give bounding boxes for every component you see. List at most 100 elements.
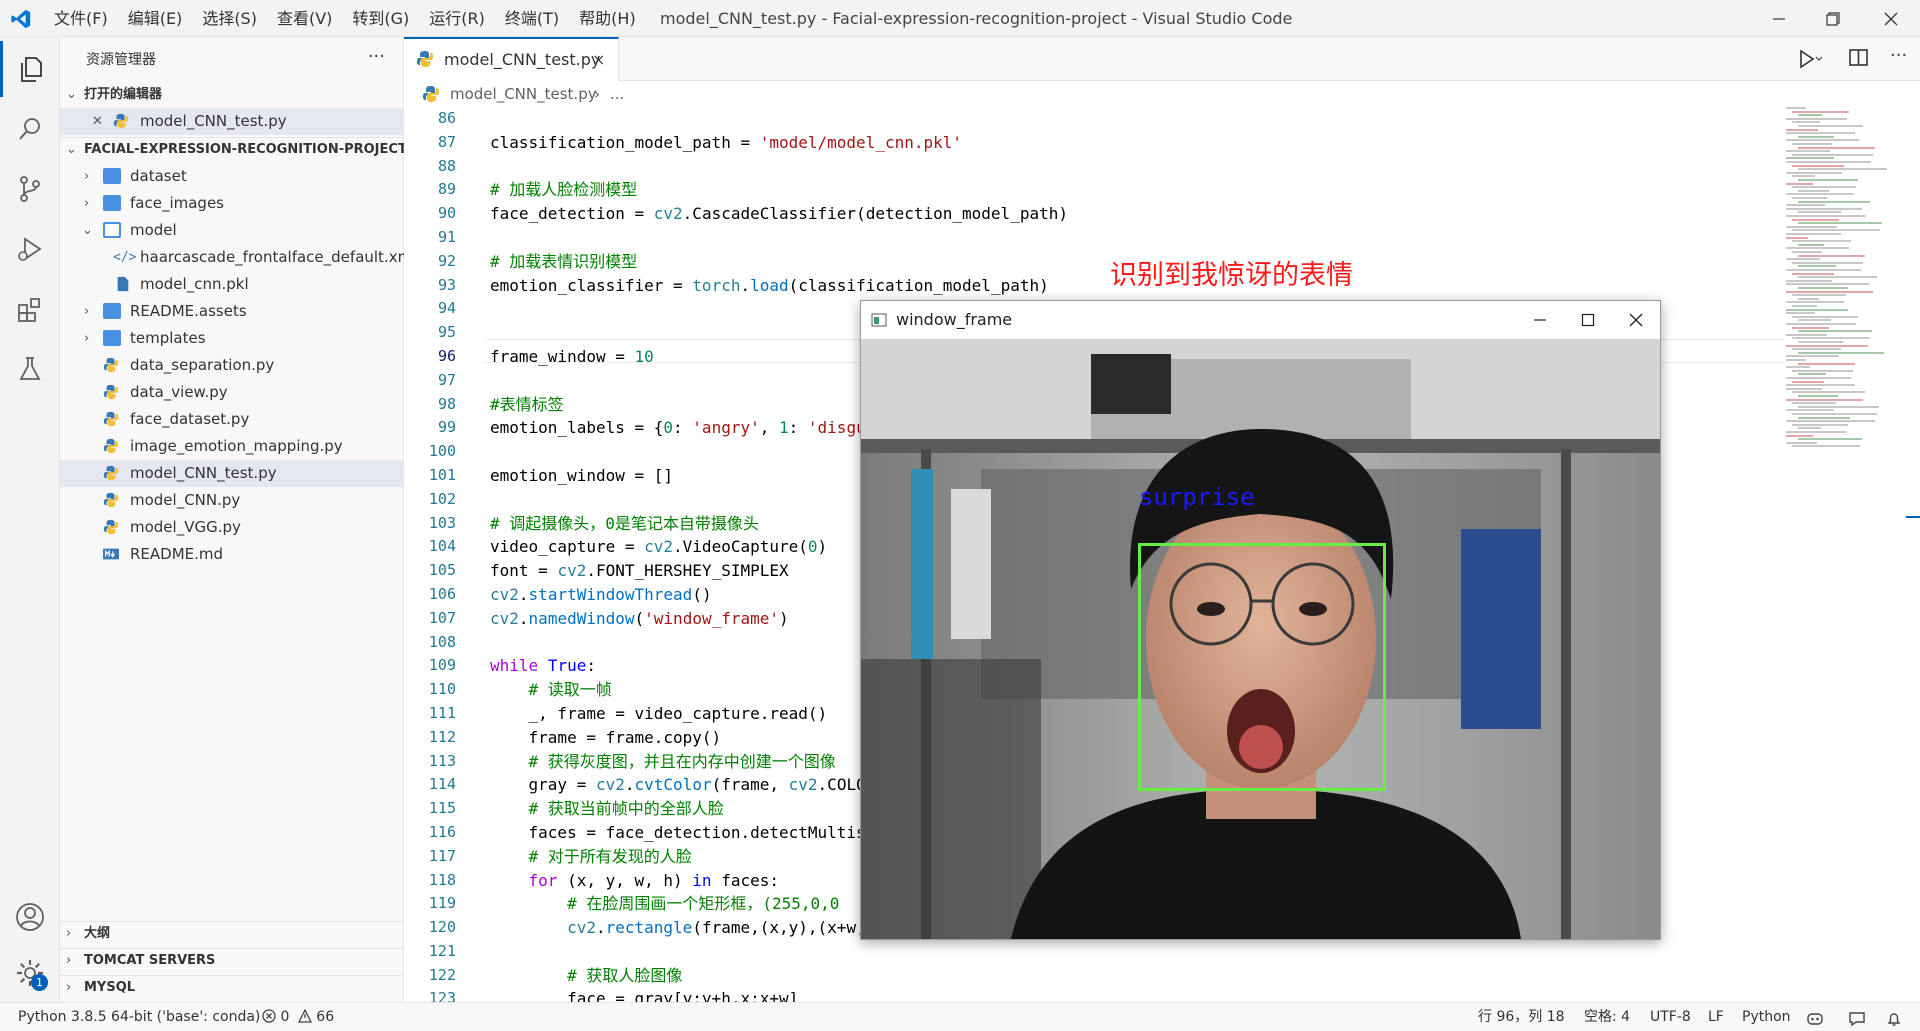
source-control-button[interactable] xyxy=(0,161,60,217)
vscode-logo-icon xyxy=(11,9,31,29)
line-number: 110 xyxy=(428,680,456,699)
tree-folder-templates[interactable]: › templates xyxy=(60,325,404,352)
mysql-section[interactable]: › MYSQL xyxy=(60,975,404,999)
tree-file-data-separation[interactable]: data_separation.py xyxy=(60,352,404,379)
more-tab-actions-button[interactable]: ··· xyxy=(1890,41,1914,75)
tree-folder-face-images[interactable]: › face_images xyxy=(60,190,404,217)
restore-button[interactable] xyxy=(1806,0,1860,37)
minimap-line xyxy=(1792,315,1858,318)
minimap-line xyxy=(1798,168,1887,171)
tree-label: data_separation.py xyxy=(130,356,275,374)
tree-file-model-vgg[interactable]: model_VGG.py xyxy=(60,514,404,541)
minimap-line xyxy=(1792,240,1851,243)
menu-help[interactable]: 帮助(H) xyxy=(569,0,646,37)
error-count: 0 xyxy=(280,1009,290,1025)
extensions-button[interactable] xyxy=(0,281,60,337)
tomcat-servers-section[interactable]: › TOMCAT SERVERS xyxy=(60,948,404,972)
close-icon xyxy=(1629,313,1643,327)
language-mode[interactable]: Python xyxy=(1742,1003,1791,1031)
minimap-line xyxy=(1786,355,1839,358)
notifications-bell-icon[interactable] xyxy=(1886,1009,1902,1027)
tree-folder-readme-assets[interactable]: › README.assets xyxy=(60,298,404,325)
minimap-line xyxy=(1792,261,1863,264)
camera-maximize-button[interactable] xyxy=(1564,301,1612,339)
minimap-line xyxy=(1798,351,1884,354)
menu-edit[interactable]: 编辑(E) xyxy=(118,0,193,37)
feedback-icon[interactable] xyxy=(1848,1009,1866,1027)
search-button[interactable] xyxy=(0,101,60,157)
menu-go[interactable]: 转到(G) xyxy=(342,0,419,37)
minimap-line xyxy=(1792,251,1822,253)
open-editor-item[interactable]: ✕ model_CNN_test.py xyxy=(60,108,404,135)
run-python-file-button[interactable] xyxy=(1796,47,1823,71)
project-section[interactable]: ⌄ FACIAL-EXPRESSION-RECOGNITION-PROJECT xyxy=(60,137,407,161)
minimap-line xyxy=(1786,236,1808,239)
tab-model-cnn-test[interactable]: model_CNN_test.py × xyxy=(404,37,619,81)
warning-count: 66 xyxy=(316,1009,335,1025)
python-interpreter[interactable]: Python 3.8.5 64-bit ('base': conda) xyxy=(18,1003,260,1031)
minimap-line xyxy=(1798,395,1838,397)
error-icon xyxy=(262,1009,276,1023)
run-debug-button[interactable] xyxy=(0,221,60,277)
tree-label: face_images xyxy=(130,194,224,212)
menu-file[interactable]: 文件(F) xyxy=(44,0,118,37)
emotion-label: surprise xyxy=(1139,483,1255,511)
minimap-line xyxy=(1786,247,1849,250)
camera-window-titlebar[interactable]: window_frame xyxy=(861,301,1660,339)
minimap[interactable] xyxy=(1786,107,1906,457)
breadcrumb: model_CNN_test.py › ... xyxy=(404,81,1920,107)
menu-selection[interactable]: 选择(S) xyxy=(192,0,267,37)
minimap-line xyxy=(1792,423,1848,426)
menu-terminal[interactable]: 终端(T) xyxy=(495,0,569,37)
tree-file-face-dataset[interactable]: face_dataset.py xyxy=(60,406,404,433)
close-window-button[interactable] xyxy=(1864,0,1918,37)
tab-close-button[interactable]: × xyxy=(592,39,605,81)
explorer-button[interactable] xyxy=(0,41,60,97)
project-title: FACIAL-EXPRESSION-RECOGNITION-PROJECT xyxy=(84,142,407,157)
camera-close-button[interactable] xyxy=(1612,301,1660,339)
camera-window[interactable]: window_frame surprise xyxy=(860,300,1661,940)
open-editors-section[interactable]: ⌄ 打开的编辑器 xyxy=(60,83,404,107)
minimap-line xyxy=(1792,294,1846,297)
breadcrumb-file[interactable]: model_CNN_test.py xyxy=(450,81,597,107)
menu-run[interactable]: 运行(R) xyxy=(419,0,495,37)
breadcrumb-symbol[interactable]: ... xyxy=(610,81,624,107)
extensions-icon xyxy=(18,298,40,322)
tree-file-model-cnn[interactable]: model_CNN.py xyxy=(60,487,404,514)
minimize-button[interactable] xyxy=(1752,0,1806,37)
tree-file-image-emotion-mapping[interactable]: image_emotion_mapping.py xyxy=(60,433,404,460)
problems-indicator[interactable]: 0 66 xyxy=(262,1003,334,1031)
tree-folder-dataset[interactable]: › dataset xyxy=(60,163,404,190)
accounts-button[interactable] xyxy=(0,889,60,945)
warning-icon xyxy=(297,1008,312,1023)
testing-button[interactable] xyxy=(0,341,60,397)
tree-folder-model[interactable]: ⌄ model xyxy=(60,217,404,244)
split-editor-button[interactable] xyxy=(1848,47,1872,71)
code-line: face = gray[y:y+h,x:x+w] xyxy=(490,989,799,1002)
line-number: 89 xyxy=(437,180,456,199)
menu-view[interactable]: 查看(V) xyxy=(267,0,342,37)
open-editor-label: model_CNN_test.py xyxy=(140,112,287,130)
tree-file-model-cnn-test[interactable]: model_CNN_test.py xyxy=(60,460,404,487)
line-number: 116 xyxy=(428,822,456,841)
files-icon xyxy=(20,57,42,82)
outline-section[interactable]: › 大纲 xyxy=(60,921,404,945)
cursor-position[interactable]: 行 96，列 18 xyxy=(1478,1003,1565,1031)
copilot-icon[interactable] xyxy=(1806,1009,1824,1027)
manage-button[interactable]: 1 xyxy=(0,945,60,1001)
tree-file-data-view[interactable]: data_view.py xyxy=(60,379,404,406)
tree-label: model_CNN_test.py xyxy=(130,464,277,482)
line-number: 113 xyxy=(428,751,456,770)
indentation[interactable]: 空格: 4 xyxy=(1584,1003,1630,1031)
close-editor-icon[interactable]: ✕ xyxy=(92,108,103,135)
tree-file-haarcascade[interactable]: </> haarcascade_frontalface_default.xml xyxy=(60,244,416,271)
encoding[interactable]: UTF-8 xyxy=(1650,1003,1691,1031)
end-of-line[interactable]: LF xyxy=(1708,1003,1724,1031)
python-file-icon xyxy=(103,438,119,454)
camera-minimize-button[interactable] xyxy=(1516,301,1564,339)
tree-file-readme-md[interactable]: README.md xyxy=(60,541,404,568)
tree-file-model-cnn-pkl[interactable]: model_cnn.pkl xyxy=(60,271,404,298)
more-actions-button[interactable]: ··· xyxy=(368,37,385,83)
window-title: model_CNN_test.py - Facial-expression-re… xyxy=(660,9,1293,28)
minimap-line xyxy=(1786,279,1832,282)
